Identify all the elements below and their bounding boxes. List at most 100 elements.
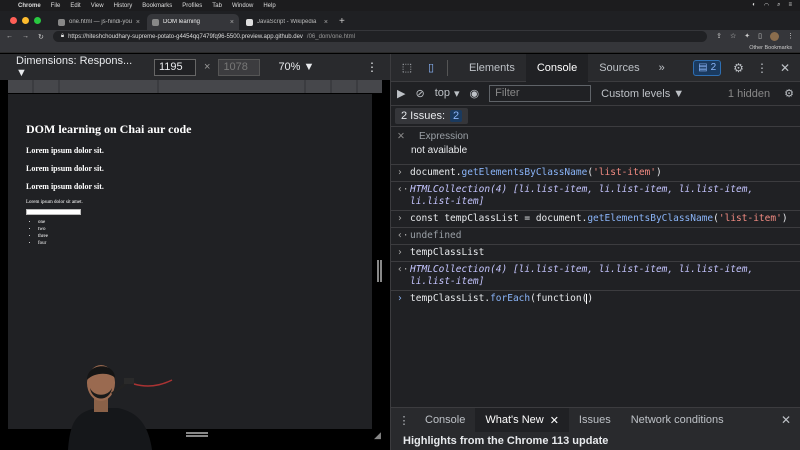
console-prompt[interactable]: › tempClassList.forEach(function() [391,291,800,307]
menu-bookmarks[interactable]: Bookmarks [142,3,172,9]
drawer-tab-network-conditions[interactable]: Network conditions [621,408,734,432]
sidebar-toggle-icon[interactable]: ▶︎ [397,87,405,100]
settings-gear-icon[interactable]: ⚙ [733,61,744,75]
log-levels-select[interactable]: Custom levels ▼ [601,88,684,100]
drawer-tab-console[interactable]: Console [415,408,475,432]
prompt-chevron-icon: › [397,293,403,304]
drawer-tab-whats-new[interactable]: What's New ✕ [475,408,569,432]
menu-chrome[interactable]: Chrome [18,3,41,9]
extensions-icon[interactable]: ✦ [744,32,750,41]
chevron-right-icon: › [397,213,403,224]
menu-file[interactable]: File [51,3,61,9]
tab-console[interactable]: Console [525,53,589,82]
close-icon[interactable]: × [136,19,140,26]
expression-value: not available [411,145,468,156]
page-text-input[interactable] [26,209,81,215]
tab-elements[interactable]: Elements [458,54,526,82]
forward-icon[interactable]: → [22,33,29,40]
close-icon[interactable]: ✕ [550,414,559,427]
close-window-button[interactable] [10,17,17,24]
inspect-element-icon[interactable]: ⬚ [399,61,415,75]
macos-menubar: Chrome File Edit View History Bookmarks … [0,0,800,11]
wifi-icon[interactable]: ◠ [764,2,769,9]
menu-history[interactable]: History [114,3,133,9]
drawer-tab-issues[interactable]: Issues [569,408,621,432]
tab-title: one.html — js-hindi-youtube [... [69,19,132,25]
status-icons: ◐ ◠ ⌕ ≡ [752,2,792,9]
width-input[interactable]: 1195 [154,58,196,76]
sidepanel-icon[interactable]: ▯ [758,32,762,41]
console-input-line[interactable]: › document.getElementsByClassName('list-… [391,165,800,182]
menu-extras-icon[interactable]: ≡ [788,2,792,9]
context-select[interactable]: top ▾ [435,87,460,100]
console-output-line[interactable]: ‹· HTMLCollection(4) [li.list-item, li.l… [391,262,800,291]
back-icon[interactable]: ← [6,33,13,40]
profile-avatar[interactable] [770,32,779,41]
more-tabs-icon[interactable]: » [651,62,673,74]
viewport-height-handle[interactable] [186,432,208,437]
close-devtools-icon[interactable]: ✕ [780,61,790,75]
expression-label[interactable]: Expression [419,131,468,142]
devtools-more-icon[interactable]: ⋮ [756,61,768,75]
menu-window[interactable]: Window [232,3,253,9]
issues-count-badge: 2 [450,110,463,122]
menu-profiles[interactable]: Profiles [182,3,202,9]
menu-view[interactable]: View [91,3,104,9]
console-input-line[interactable]: › tempClassList [391,245,800,262]
tab-wikipedia[interactable]: JavaScript - Wikipedia × [241,14,333,30]
new-tab-button[interactable]: + [333,16,351,30]
close-icon[interactable]: × [324,19,328,26]
menu-edit[interactable]: Edit [70,3,80,9]
console-filter-input[interactable]: Filter [489,85,592,102]
viewport-corner-handle[interactable]: ◢ [374,430,381,441]
viewport-width-handle[interactable] [377,260,382,282]
console-output: ✕ Expression not available › document.get… [391,127,800,307]
console-output-line[interactable]: ‹· HTMLCollection(4) [li.list-item, li.l… [391,182,800,211]
console-input-line[interactable]: › const tempClassList = document.getElem… [391,211,800,228]
browser-toolbar: ← → ↻ 🔒︎ https://hiteshchoudhary-supreme… [0,30,800,43]
menu-tab[interactable]: Tab [212,3,222,9]
tab-dom-learning[interactable]: DOM learning × [147,14,239,30]
close-drawer-icon[interactable]: ✕ [781,413,791,427]
html-collection-output[interactable]: HTMLCollection(4) [li.list-item, li.list… [410,184,794,208]
menu-help[interactable]: Help [263,3,275,9]
issues-button[interactable]: 2 Issues: 2 [395,108,469,124]
live-expression: ✕ Expression not available [391,127,800,165]
zoom-window-button[interactable] [34,17,41,24]
control-center-icon[interactable]: ◐ [752,2,756,9]
height-input[interactable]: 1078 [218,58,261,76]
search-icon[interactable]: ⌕ [777,2,780,9]
bookmark-star-icon[interactable]: ☆ [730,32,736,41]
zoom-select[interactable]: 70% ▼ [278,61,314,73]
wikipedia-favicon [246,18,253,26]
devtools-tabbar: ⬚ ▯ Elements Console Sources » ▤ 2 ⚙ ⋮ ✕ [391,53,800,82]
console-settings-icon[interactable]: ⚙ [784,87,794,100]
media-query-bar[interactable] [8,80,383,93]
dimensions-select[interactable]: Dimensions: Respons... ▼ [16,55,146,79]
device-more-icon[interactable]: ⋮ [366,60,378,74]
minimize-window-button[interactable] [22,17,29,24]
message-icon: ▤ [698,62,708,73]
remove-expression-icon[interactable]: ✕ [397,131,405,142]
lock-icon[interactable]: 🔒︎ [61,33,64,40]
page-heading: DOM learning on Chai aur code [26,122,192,136]
list-item: one [38,219,372,226]
close-icon[interactable]: × [230,19,234,26]
live-expression-eye-icon[interactable]: ◉ [470,87,480,100]
page-subheading: Lorem ipsum dolor sit. [26,164,104,173]
share-icon[interactable]: ⇪ [716,32,722,41]
reload-icon[interactable]: ↻ [38,33,44,41]
drawer-more-icon[interactable]: ⋮ [393,414,415,427]
other-bookmarks[interactable]: Other Bookmarks [749,45,792,51]
page-list: one two three four [26,219,372,247]
issues-badge[interactable]: ▤ 2 [693,59,722,76]
chrome-menu-icon[interactable]: ⋮ [787,32,794,41]
tab-one-html[interactable]: one.html — js-hindi-youtube [... × [53,14,145,30]
clear-console-icon[interactable]: ⊘ [415,87,424,100]
device-toolbar: Dimensions: Respons... ▼ 1195 × 1078 70%… [0,54,390,80]
chevron-left-icon: ‹· [397,184,409,195]
tab-sources[interactable]: Sources [588,54,650,82]
device-toggle-icon[interactable]: ▯ [423,61,439,75]
address-bar[interactable]: 🔒︎ https://hiteshchoudhary-supreme-potat… [52,31,708,42]
html-collection-output[interactable]: HTMLCollection(4) [li.list-item, li.list… [410,264,794,288]
